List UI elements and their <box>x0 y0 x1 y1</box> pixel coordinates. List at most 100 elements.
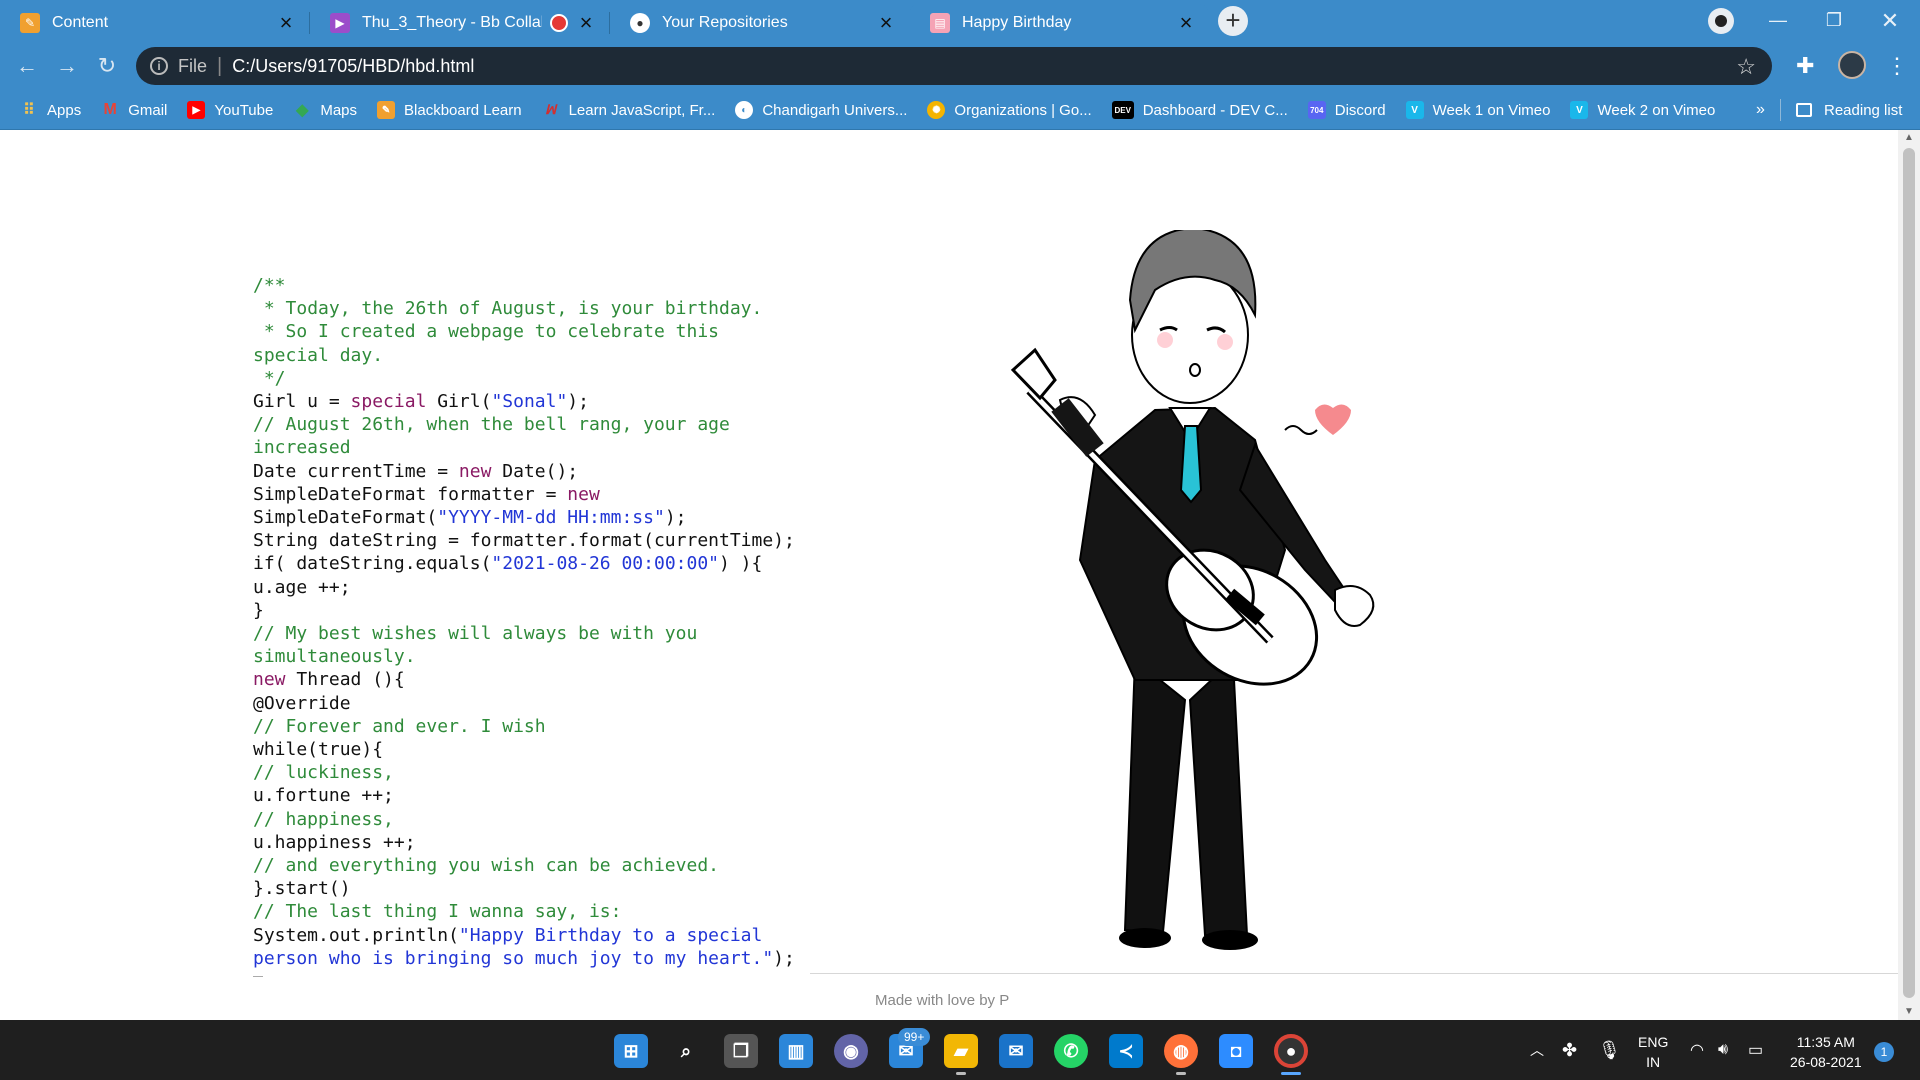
bookmark-gmail[interactable]: M Gmail <box>101 101 168 119</box>
bookmark-youtube[interactable]: ▶ YouTube <box>187 101 273 119</box>
code-token: "Sonal" <box>491 391 568 413</box>
code-line: person who is bringing so much joy to my… <box>253 947 813 970</box>
bookmark-label: Blackboard Learn <box>404 101 522 119</box>
close-window-button[interactable]: ✕ <box>1862 0 1918 41</box>
code-token: SimpleDateFormat formatter = <box>253 483 568 505</box>
menu-kebab-icon[interactable]: ⋮ <box>1886 53 1908 79</box>
bookmarks-overflow-button[interactable]: » <box>1756 101 1765 119</box>
code-line: // My best wishes will always be with yo… <box>253 622 813 645</box>
bookmark-week-1-vimeo[interactable]: V Week 1 on Vimeo <box>1405 101 1550 119</box>
widgets-icon[interactable]: ▥ <box>779 1034 813 1068</box>
scrollbar-thumb[interactable] <box>1903 148 1915 998</box>
close-icon[interactable]: × <box>576 11 596 33</box>
file-explorer-icon[interactable]: ▰ <box>944 1034 978 1068</box>
bookmark-week-2-vimeo[interactable]: V Week 2 on Vimeo <box>1570 101 1715 119</box>
tab-strip: ✎ Content × ▶ Thu_3_Theory - Bb Collabor… <box>0 0 1920 41</box>
mail-icon[interactable]: ✉ <box>999 1034 1033 1068</box>
bookmark-blackboard[interactable]: ✎ Blackboard Learn <box>377 101 522 119</box>
chat-icon[interactable]: ◉ <box>834 1034 868 1068</box>
avatar[interactable] <box>1838 51 1866 79</box>
close-icon[interactable]: × <box>876 11 896 33</box>
bookmark-label: Dashboard - DEV C... <box>1142 101 1288 119</box>
code-token: new <box>567 483 600 505</box>
battery-icon[interactable]: ▭ <box>1748 1020 1763 1080</box>
tab-search-button[interactable] <box>1708 8 1734 34</box>
bookmark-chandigarh[interactable]: ◐ Chandigarh Univers... <box>735 101 907 119</box>
bookmarks-divider <box>1780 99 1781 121</box>
minimize-button[interactable]: — <box>1750 0 1806 41</box>
code-token: Girl( <box>426 391 492 413</box>
code-token: // luckiness, <box>253 762 394 784</box>
address-url[interactable]: C:/Users/91705/HBD/hbd.html <box>232 56 474 77</box>
close-icon[interactable]: × <box>276 11 296 33</box>
restore-button[interactable]: ❐ <box>1806 0 1862 41</box>
code-line: /** <box>253 274 813 297</box>
zoom-icon[interactable]: ◘ <box>1219 1034 1253 1068</box>
bookmark-discord[interactable]: 704 Discord <box>1307 101 1386 119</box>
code-token: // happiness, <box>253 808 394 830</box>
task-view-icon[interactable]: ❐ <box>724 1034 758 1068</box>
search-icon[interactable]: ⌕ <box>669 1034 703 1068</box>
tab-title: Thu_3_Theory - Bb Collabora <box>362 13 542 31</box>
bookmark-apps[interactable]: ⠿ Apps <box>20 101 82 120</box>
language-indicator[interactable]: ENG IN <box>1638 1032 1668 1072</box>
forward-button[interactable]: → <box>52 51 82 81</box>
recording-icon <box>550 13 568 32</box>
bookmark-organizations[interactable]: ✺ Organizations | Go... <box>927 101 1092 119</box>
dev-icon: DEV <box>1111 101 1134 119</box>
code-token: ); <box>567 391 589 413</box>
reload-button[interactable]: ↻ <box>92 51 122 81</box>
bookmark-label: Apps <box>47 101 82 119</box>
code-token: Date(); <box>491 460 579 482</box>
code-token: // and everything you wish can be achiev… <box>253 855 719 877</box>
clock[interactable]: 11:35 AM 26-08-2021 <box>1790 1032 1862 1072</box>
tab-content[interactable]: ✎ Content × <box>0 4 308 41</box>
cake-icon: ▤ <box>930 12 950 33</box>
firefox-icon[interactable]: ◍ <box>1164 1034 1198 1068</box>
tab-title: Your Repositories <box>662 13 788 31</box>
blackboard-icon: ✎ <box>377 101 396 119</box>
whatsapp-icon[interactable]: ✆ <box>1054 1034 1088 1068</box>
vscode-icon[interactable]: ≺ <box>1109 1034 1143 1068</box>
close-icon[interactable]: × <box>1176 11 1196 33</box>
new-tab-button[interactable]: + <box>1218 6 1248 36</box>
extensions-puzzle-icon[interactable]: ✚ <box>1796 53 1814 79</box>
tray-overflow-chevron-icon[interactable]: ︿ <box>1530 1020 1544 1080</box>
chevron-down-icon <box>1715 15 1727 27</box>
microphone-icon[interactable]: 🎙︎ <box>1598 1020 1621 1080</box>
bookmarks-bar: ⠿ Apps M Gmail ▶ YouTube ◆ Maps ✎ Blackb… <box>0 91 1920 130</box>
bookmark-label: Gmail <box>128 101 168 119</box>
vertical-scrollbar[interactable]: ▲ ▼ <box>1898 130 1920 1020</box>
clock-date: 26-08-2021 <box>1790 1054 1862 1070</box>
maps-pin-icon: ◆ <box>296 102 309 119</box>
code-token: System.out.println( <box>253 924 459 946</box>
address-bar[interactable]: i File | C:/Users/91705/HBD/hbd.html ☆ <box>136 47 1772 85</box>
tab-collaborate[interactable]: ▶ Thu_3_Theory - Bb Collabora × <box>310 4 608 41</box>
reading-list-button[interactable]: Reading list <box>1796 91 1902 129</box>
code-line: System.out.println("Happy Birthday to a … <box>253 924 813 947</box>
bookmark-learn-javascript[interactable]: ꟽ Learn JavaScript, Fr... <box>542 101 715 119</box>
wifi-icon[interactable]: ◠ <box>1690 1020 1704 1080</box>
volume-icon[interactable]: 🔊︎ <box>1718 1020 1728 1080</box>
code-token: }.start() <box>253 878 351 900</box>
scroll-down-arrow[interactable]: ▼ <box>1898 1004 1920 1020</box>
tab-happy-birthday[interactable]: ▤ Happy Birthday × <box>910 4 1208 41</box>
code-line: Girl u = special Girl("Sonal"); <box>253 390 813 413</box>
notification-center-badge[interactable]: 1 <box>1874 1042 1894 1062</box>
dropbox-icon[interactable]: ✤ <box>1562 1020 1577 1080</box>
bookmark-star-icon[interactable]: ☆ <box>1736 54 1756 80</box>
windows-start-icon[interactable]: ⊞ <box>614 1034 648 1068</box>
bookmark-dev-dashboard[interactable]: DEV Dashboard - DEV C... <box>1111 101 1288 119</box>
chrome-icon[interactable]: ● <box>1274 1034 1308 1068</box>
info-icon[interactable]: i <box>150 57 168 75</box>
code-token: u.fortune ++; <box>253 785 394 807</box>
tab-repositories[interactable]: ● Your Repositories × <box>610 4 908 41</box>
code-token: "2021-08-26 00:00:00" <box>491 553 719 575</box>
running-indicator <box>1176 1072 1186 1075</box>
scroll-up-arrow[interactable]: ▲ <box>1898 130 1920 146</box>
code-token: new <box>458 460 492 482</box>
running-indicator <box>1281 1072 1301 1075</box>
bookmark-maps[interactable]: ◆ Maps <box>293 101 357 120</box>
code-token: /** <box>253 275 286 296</box>
back-button[interactable]: ← <box>12 51 42 81</box>
